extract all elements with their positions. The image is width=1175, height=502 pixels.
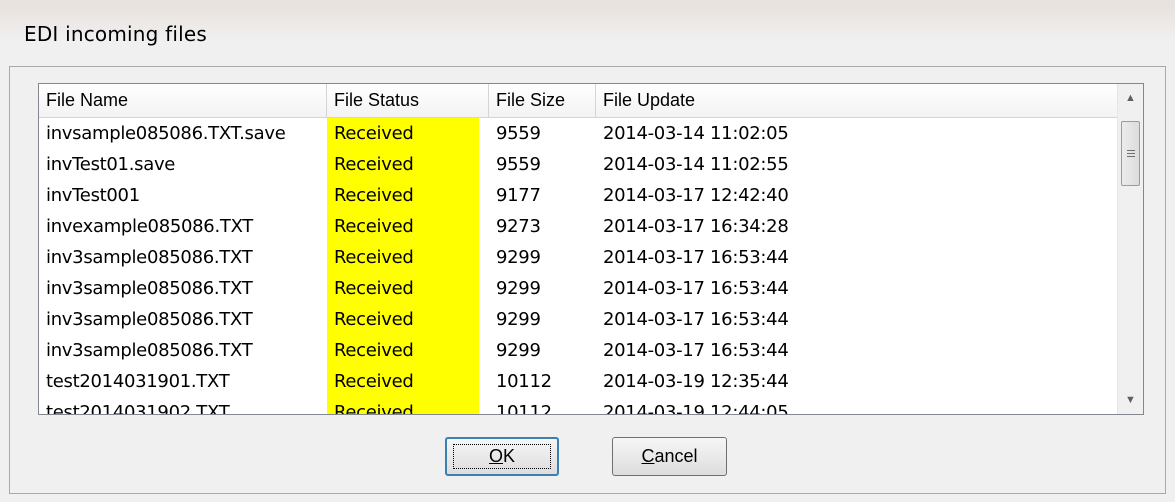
file-size-cell: 10112 xyxy=(496,402,552,415)
table-row[interactable]: invTest001 Received 9177 2014-03-17 12:42:4… xyxy=(39,180,1119,211)
status-badge: Received xyxy=(327,335,479,366)
file-size-cell: 9273 xyxy=(496,216,541,237)
file-name-cell: test2014031901.TXT xyxy=(46,371,230,392)
table-row[interactable]: invsample085086.TXT.save Received 9559 2014… xyxy=(39,118,1119,149)
file-size-cell: 9559 xyxy=(496,123,541,144)
file-status-cell: Received xyxy=(327,180,489,211)
file-update-cell: 2014-03-17 16:53:44 xyxy=(603,278,789,299)
status-badge: Received xyxy=(327,118,479,149)
file-status-cell: Received xyxy=(327,304,489,335)
focus-rectangle xyxy=(453,444,551,469)
cancel-mnemonic: C xyxy=(641,446,655,466)
files-listview[interactable]: File Name File Status File Size File Upd… xyxy=(38,83,1144,415)
ok-button[interactable]: OK xyxy=(445,437,559,476)
table-row[interactable]: inv3sample085086.TXT Received 9299 2014-03-… xyxy=(39,335,1119,366)
file-update-cell: 2014-03-17 16:53:44 xyxy=(603,247,789,268)
file-name-cell: inv3sample085086.TXT xyxy=(46,340,253,361)
status-badge: Received xyxy=(327,180,479,211)
file-status-cell: Received xyxy=(327,397,489,414)
status-badge: Received xyxy=(327,273,479,304)
file-update-cell: 2014-03-14 11:02:05 xyxy=(603,123,789,144)
file-status-cell: Received xyxy=(327,211,489,242)
file-size-cell: 9559 xyxy=(496,154,541,175)
file-update-cell: 2014-03-17 16:53:44 xyxy=(603,340,789,361)
file-status-cell: Received xyxy=(327,242,489,273)
cancel-label: ancel xyxy=(654,446,698,466)
file-name-cell: invsample085086.TXT.save xyxy=(46,123,286,144)
table-row[interactable]: test2014031901.TXT Received 10112 2014-03-1… xyxy=(39,366,1119,397)
dialog-title: EDI incoming files xyxy=(24,22,208,46)
cancel-button[interactable]: Cancel xyxy=(612,437,727,476)
file-name-cell: invTest01.save xyxy=(46,154,176,175)
file-size-cell: 9299 xyxy=(496,309,541,330)
table-row[interactable]: inv3sample085086.TXT Received 9299 2014-03-… xyxy=(39,304,1119,335)
table-row[interactable]: inv3sample085086.TXT Received 9299 2014-03-… xyxy=(39,273,1119,304)
column-header-file-status[interactable]: File Status xyxy=(327,84,489,117)
file-size-cell: 9299 xyxy=(496,340,541,361)
file-name-cell: inv3sample085086.TXT xyxy=(46,309,253,330)
status-badge: Received xyxy=(327,397,479,414)
scroll-thumb[interactable] xyxy=(1121,121,1140,186)
file-status-cell: Received xyxy=(327,273,489,304)
scroll-down-icon[interactable]: ▼ xyxy=(1118,386,1143,414)
status-badge: Received xyxy=(327,211,479,242)
table-row[interactable]: inv3sample085086.TXT Received 9299 2014-03-… xyxy=(39,242,1119,273)
file-name-cell: inv3sample085086.TXT xyxy=(46,278,253,299)
column-header-file-size[interactable]: File Size xyxy=(489,84,596,117)
file-name-cell: inv3sample085086.TXT xyxy=(46,247,253,268)
file-status-cell: Received xyxy=(327,335,489,366)
file-update-cell: 2014-03-17 12:42:40 xyxy=(603,185,789,206)
file-update-cell: 2014-03-17 16:53:44 xyxy=(603,309,789,330)
status-badge: Received xyxy=(327,304,479,335)
scroll-up-icon[interactable]: ▲ xyxy=(1118,84,1143,112)
list-header: File Name File Status File Size File Upd… xyxy=(39,84,1119,118)
file-name-cell: invTest001 xyxy=(46,185,140,206)
status-badge: Received xyxy=(327,149,479,180)
file-size-cell: 10112 xyxy=(496,371,552,392)
grip-icon xyxy=(1126,148,1135,159)
table-row[interactable]: invTest01.save Received 9559 2014-03-14 11:… xyxy=(39,149,1119,180)
vertical-scrollbar[interactable]: ▲ ▼ xyxy=(1117,84,1143,414)
file-update-cell: 2014-03-14 11:02:55 xyxy=(603,154,789,175)
file-name-cell: invexample085086.TXT xyxy=(46,216,253,237)
file-status-cell: Received xyxy=(327,118,489,149)
file-update-cell: 2014-03-17 16:34:28 xyxy=(603,216,789,237)
status-badge: Received xyxy=(327,366,479,397)
status-badge: Received xyxy=(327,242,479,273)
table-row[interactable]: invexample085086.TXT Received 9273 2014-03-… xyxy=(39,211,1119,242)
file-status-cell: Received xyxy=(327,366,489,397)
column-header-file-update[interactable]: File Update xyxy=(596,84,1119,117)
file-status-cell: Received xyxy=(327,149,489,180)
file-size-cell: 9177 xyxy=(496,185,541,206)
file-size-cell: 9299 xyxy=(496,278,541,299)
file-update-cell: 2014-03-19 12:35:44 xyxy=(603,371,789,392)
table-row[interactable]: test2014031902.TXT Received 10112 2014-03-1… xyxy=(39,397,1119,415)
file-size-cell: 9299 xyxy=(496,247,541,268)
file-name-cell: test2014031902.TXT xyxy=(46,402,230,415)
file-update-cell: 2014-03-19 12:44:05 xyxy=(603,402,789,415)
column-header-file-name[interactable]: File Name xyxy=(39,84,327,117)
dialog-window: EDI incoming files File Name File Status… xyxy=(0,0,1175,502)
